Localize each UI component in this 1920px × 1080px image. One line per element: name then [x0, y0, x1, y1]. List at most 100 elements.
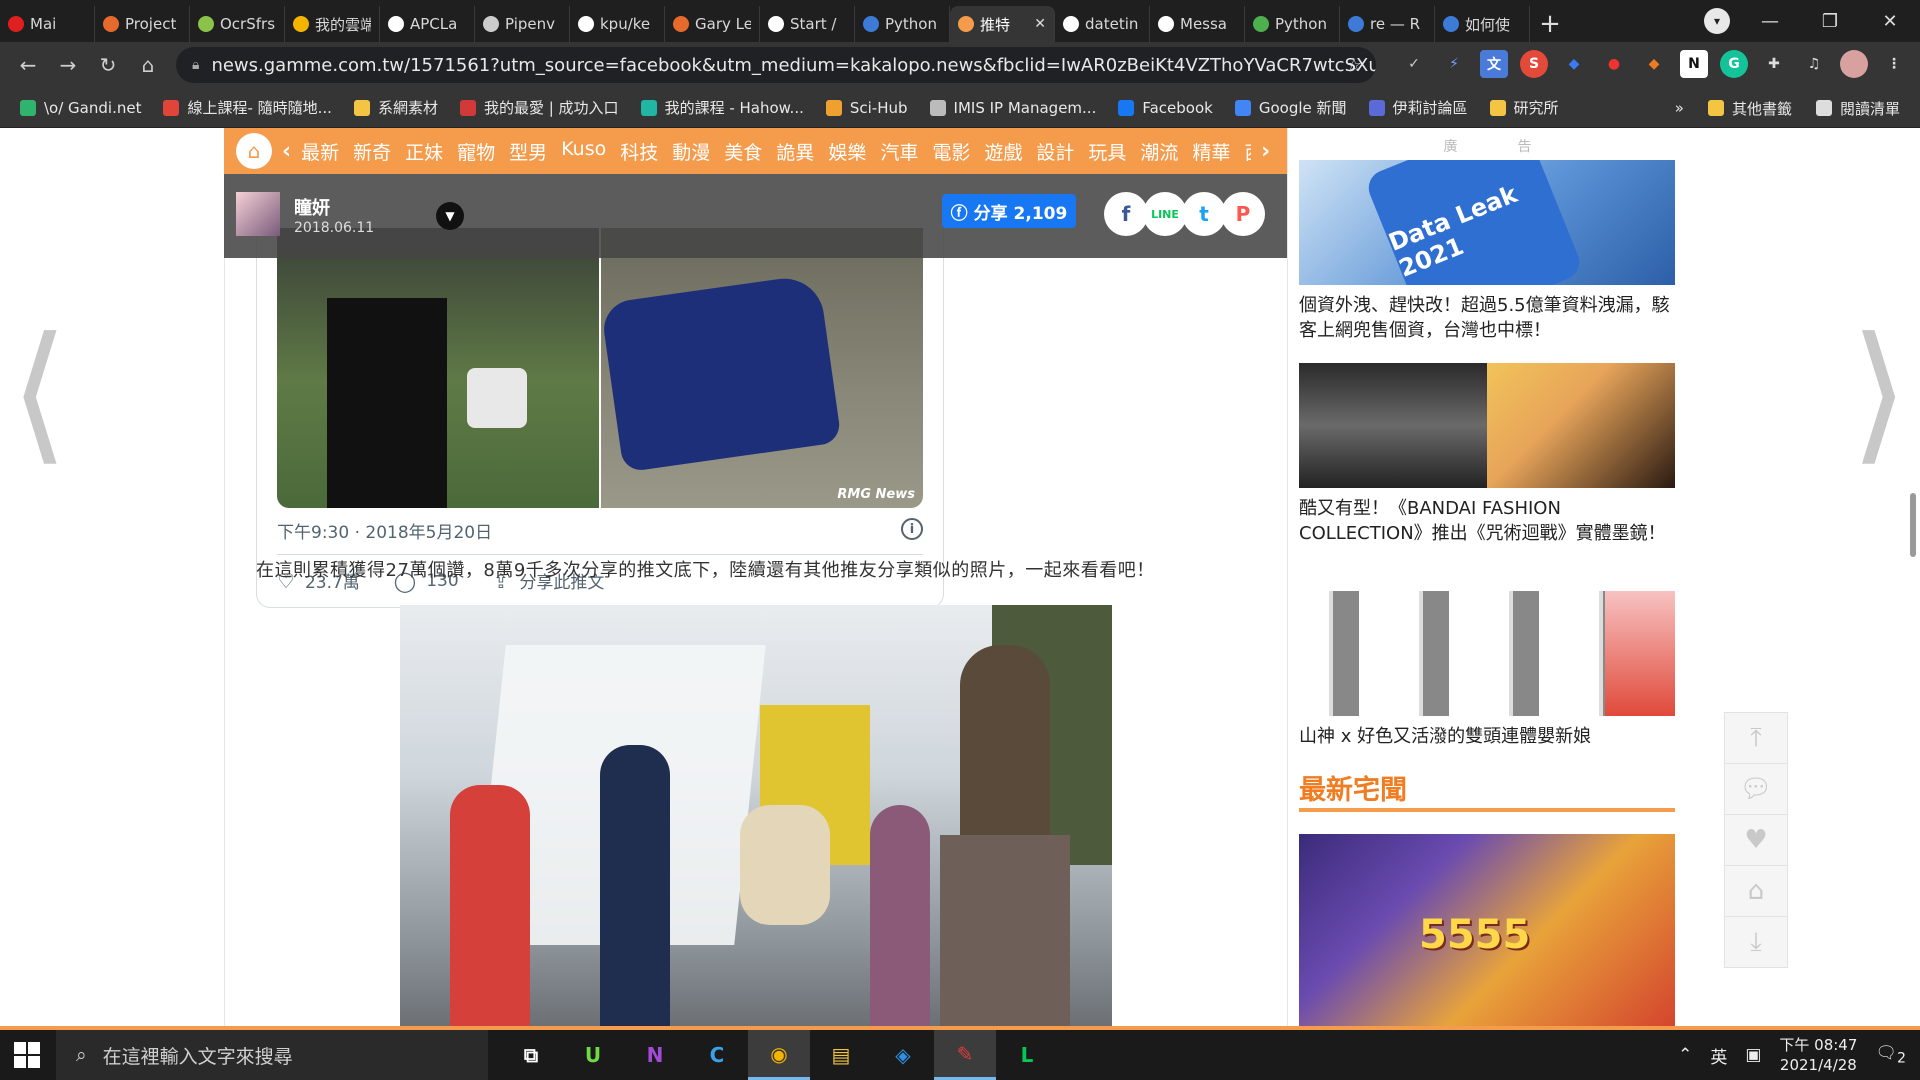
sidebar-card-image[interactable]: Data Leak 2021 [1299, 160, 1675, 285]
category-link[interactable]: 精華 [1192, 138, 1230, 165]
taskbar-edge-canary-icon[interactable]: C [686, 1030, 748, 1080]
bookmark-item[interactable]: 我的課程 - Hahow... [640, 97, 804, 118]
browser-tab[interactable]: Mai [0, 6, 95, 42]
category-link[interactable]: 遊戲 [984, 138, 1022, 165]
bookmark-item[interactable]: 我的最愛 | 成功入口 [459, 97, 619, 118]
grammarly-extension-icon[interactable]: G [1720, 50, 1748, 78]
bookmark-item[interactable]: 線上課程- 隨時隨地... [163, 97, 332, 118]
next-article-arrow-icon[interactable]: ⟩ [1850, 318, 1909, 468]
latest-news-banner[interactable]: 5555 [1299, 834, 1675, 1026]
tweet-photos[interactable]: RMG News [277, 228, 923, 508]
ime-mode-icon[interactable]: ▣ [1745, 1045, 1761, 1065]
new-tab-button[interactable]: + [1530, 6, 1570, 42]
site-home-icon[interactable]: ⌂ [236, 133, 272, 169]
translate-extension-icon[interactable]: 文 [1480, 50, 1508, 78]
taskbar-file-explorer-icon[interactable]: ▤ [810, 1030, 872, 1080]
reload-icon[interactable]: ↻ [88, 53, 128, 77]
plurk-share-icon[interactable]: P [1221, 192, 1265, 236]
sidebar-card-title[interactable]: 山神 x 好色又活潑的雙頭連體嬰新娘 [1299, 724, 1675, 749]
page-scrollbar-thumb[interactable] [1910, 493, 1916, 557]
browser-tab[interactable]: re — R [1340, 6, 1435, 42]
lock-icon[interactable]: 🔒︎ [192, 57, 199, 73]
sidebar-card-image[interactable] [1299, 363, 1675, 488]
sidebar-card-1[interactable]: Data Leak 2021 個資外洩、趕快改！超過5.5億筆資料洩漏，駭客上網… [1299, 160, 1675, 343]
browser-tab[interactable]: Messa [1150, 6, 1245, 42]
chrome-menu-icon[interactable]: ⋮ [1880, 50, 1908, 78]
category-link[interactable]: 寵物 [457, 138, 495, 165]
close-window-icon[interactable]: ✕ [1860, 11, 1920, 32]
taskbar-onenote-icon[interactable]: N [624, 1030, 686, 1080]
category-link[interactable]: 型男 [509, 138, 547, 165]
scroll-top-icon[interactable]: ⤒ [1725, 713, 1787, 764]
line-share-icon[interactable]: LINE [1143, 192, 1187, 236]
notification-center-icon[interactable]: 🗨︎2 [1875, 1043, 1906, 1066]
puzzle-extensions-icon[interactable]: ✚ [1760, 50, 1788, 78]
browser-tab[interactable]: Python [1245, 6, 1340, 42]
taskbar-upwork-icon[interactable]: U [562, 1030, 624, 1080]
browser-tab[interactable]: 推特 ✕ [950, 6, 1055, 42]
tweet-photo-left[interactable] [277, 228, 599, 508]
tweet-timestamp[interactable]: 下午9:30 · 2018年5月20日 [277, 518, 492, 543]
twitter-share-icon[interactable]: t [1182, 192, 1226, 236]
media-control-icon[interactable]: ♫ [1800, 50, 1828, 78]
ime-indicator[interactable]: 英 [1710, 1043, 1727, 1068]
category-link[interactable]: 動漫 [672, 138, 710, 165]
browser-tab[interactable]: Pipenv [475, 6, 570, 42]
browser-tab[interactable]: APCLa [380, 6, 475, 42]
tray-overflow-chevron-icon[interactable]: ⌃ [1678, 1045, 1692, 1065]
author-avatar[interactable] [236, 192, 280, 236]
bookmark-item[interactable]: Sci-Hub [825, 99, 908, 117]
close-tab-icon[interactable]: ✕ [1034, 16, 1046, 32]
bookmark-item[interactable]: \o/ Gandi.net [20, 99, 141, 117]
maximize-icon[interactable]: ❐ [1800, 11, 1860, 32]
bolt-extension-icon[interactable]: ⚡ [1440, 50, 1468, 78]
nav-prev-chevron-icon[interactable]: ‹ [282, 139, 291, 164]
bookmark-item[interactable]: IMIS IP Managem... [929, 99, 1096, 117]
check-extension-icon[interactable]: ✓ [1400, 50, 1428, 78]
bookmark-item[interactable]: 伊莉討論區 [1368, 97, 1468, 118]
favorite-heart-icon[interactable]: ♥ [1725, 815, 1787, 866]
category-link[interactable]: 潮流 [1140, 138, 1178, 165]
bookmark-star-icon[interactable]: ☆ [1346, 55, 1362, 76]
fox-extension-icon[interactable]: ◆ [1640, 50, 1668, 78]
browser-tab[interactable]: 我的雲端 [285, 6, 380, 42]
bookmark-folder[interactable]: 閱讀清單 [1815, 98, 1900, 119]
author-dropdown-icon[interactable]: ▼ [436, 202, 464, 230]
sidebar-card-image[interactable] [1299, 591, 1675, 716]
sidebar-card-2[interactable]: 酷又有型！《BANDAI FASHION COLLECTION》推出《咒術迴戰》… [1299, 363, 1675, 546]
info-icon[interactable]: i [901, 518, 923, 540]
taskbar-line-icon[interactable]: L [996, 1030, 1058, 1080]
article-photo[interactable] [400, 605, 1112, 1026]
bookmark-item[interactable]: Google 新聞 [1234, 97, 1347, 118]
browser-tab[interactable]: Python [855, 6, 950, 42]
taskbar-search-box[interactable]: ⌕ 在這裡輸入文字來搜尋 [56, 1030, 488, 1080]
taskbar-chrome-icon[interactable]: ◉ [748, 1030, 810, 1080]
category-link[interactable]: 汽車 [880, 138, 918, 165]
previous-article-arrow-icon[interactable]: ⟨ [10, 318, 69, 468]
browser-tab[interactable]: OcrSfrs [190, 6, 285, 42]
back-icon[interactable]: ← [8, 53, 48, 77]
sidebar-card-3[interactable]: 山神 x 好色又活潑的雙頭連體嬰新娘 [1299, 591, 1675, 749]
category-link[interactable]: 美食 [724, 138, 762, 165]
category-link[interactable]: 設計 [1036, 138, 1074, 165]
taskbar-clock[interactable]: 下午 08:47 2021/4/28 [1779, 1035, 1857, 1075]
facebook-share-count-button[interactable]: ⓕ 分享 2,109 [942, 194, 1076, 228]
taskbar-task-view-icon[interactable]: ⧉ [500, 1030, 562, 1080]
bookmarks-overflow-icon[interactable]: » [1675, 99, 1684, 117]
browser-tab[interactable]: datetin [1055, 6, 1150, 42]
embedded-tweet[interactable]: RMG News 下午9:30 · 2018年5月20日 i ♡ 23.7萬 ◯ 1… [256, 228, 944, 608]
category-link[interactable]: 娛樂 [828, 138, 866, 165]
profile-avatar[interactable] [1840, 50, 1868, 78]
browser-tab[interactable]: Gary Le [665, 6, 760, 42]
browser-tab[interactable]: Project [95, 6, 190, 42]
bookmark-item[interactable]: 研究所 [1489, 97, 1559, 118]
browser-tab[interactable]: kpu/ke [570, 6, 665, 42]
category-link[interactable]: Kuso [561, 138, 606, 165]
address-bar[interactable]: 🔒︎ news.gamme.com.tw/1571561?utm_source=… [176, 47, 1376, 83]
bookmark-item[interactable]: Facebook [1118, 99, 1213, 117]
red-dot-extension-icon[interactable]: ● [1600, 50, 1628, 78]
category-link[interactable]: 最新 [301, 138, 339, 165]
minimize-icon[interactable]: — [1740, 11, 1800, 32]
forward-icon[interactable]: → [48, 53, 88, 77]
browser-tab[interactable]: 如何使 [1435, 6, 1530, 42]
